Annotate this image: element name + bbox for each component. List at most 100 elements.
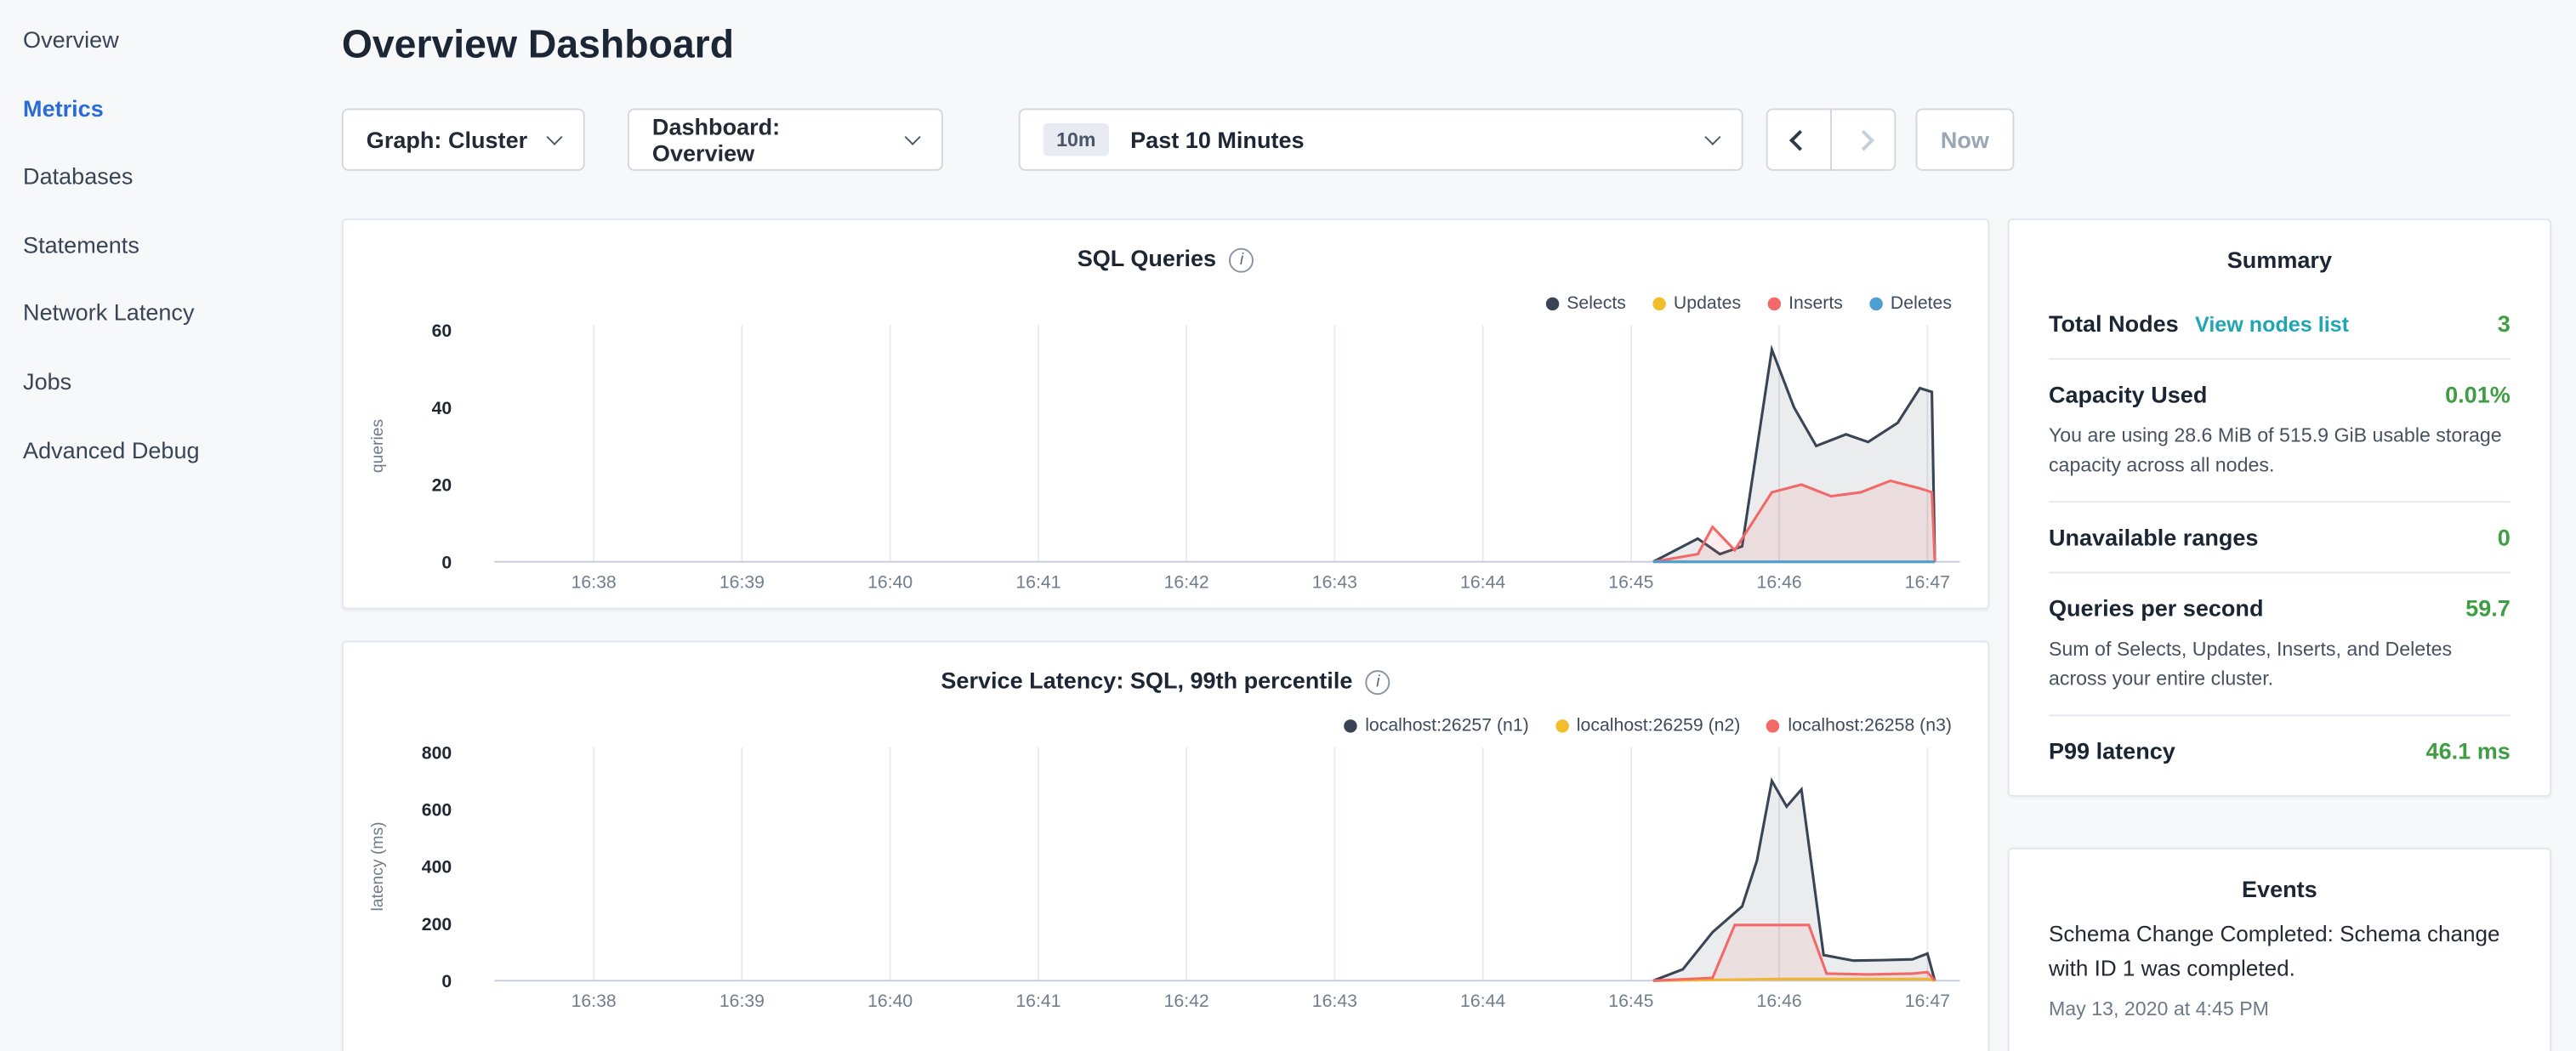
legend-dot: [1767, 298, 1780, 310]
chart-title: Service Latency: SQL, 99th percentile: [941, 667, 1352, 693]
x-tick-label: 16:45: [1608, 991, 1653, 1011]
prev-time-button[interactable]: [1766, 108, 1832, 170]
info-icon[interactable]: i: [1230, 248, 1254, 273]
sidebar-item-metrics[interactable]: Metrics: [0, 75, 312, 143]
summary-description: You are using 28.6 MiB of 515.9 GiB usab…: [2049, 421, 2511, 480]
summary-description: Sum of Selects, Updates, Inserts, and De…: [2049, 634, 2511, 694]
service-latency-chart-card: Service Latency: SQL, 99th percentile i l…: [342, 640, 1990, 1051]
sidebar-item-advanced-debug[interactable]: Advanced Debug: [0, 417, 312, 485]
x-tick-label: 16:43: [1312, 572, 1357, 593]
now-button[interactable]: Now: [1915, 108, 2014, 170]
x-tick-label: 16:39: [719, 572, 765, 593]
legend-label: Deletes: [1891, 294, 1952, 314]
legend-dot: [1545, 298, 1558, 310]
x-tick-label: 16:42: [1164, 991, 1209, 1011]
sidebar-item-overview[interactable]: Overview: [0, 7, 312, 75]
time-pager: [1766, 108, 1896, 170]
x-tick-label: 16:47: [1905, 991, 1950, 1011]
chart-header: SQL Queries i: [344, 220, 1988, 273]
summary-row: Total Nodes View nodes list 3: [2049, 289, 2511, 358]
chart-legend: Selects Updates Inserts Deletes: [1519, 294, 1952, 314]
now-button-label: Now: [1941, 127, 1989, 153]
y-tick-label: 0: [441, 971, 452, 991]
summary-label: Total Nodes: [2049, 310, 2179, 337]
y-tick-label: 600: [422, 800, 452, 821]
chart-header: Service Latency: SQL, 99th percentile i: [344, 642, 1988, 695]
events-panel: Events Schema Change Completed: Schema c…: [2008, 848, 2551, 1051]
summary-value: 46.1 ms: [2426, 737, 2511, 764]
legend-dot: [1766, 719, 1779, 732]
summary-label: P99 latency: [2049, 737, 2175, 764]
summary-row: Unavailable ranges0: [2049, 501, 2511, 571]
legend-item[interactable]: localhost:26258 (n3): [1766, 716, 1952, 736]
page-title: Overview Dashboard: [342, 23, 734, 69]
event-timestamp: May 13, 2020 at 4:45 PM: [2049, 997, 2511, 1020]
time-window-dropdown[interactable]: 10m Past 10 Minutes: [1019, 108, 1743, 170]
legend-label: localhost:26257 (n1): [1365, 716, 1529, 736]
dashboard-dropdown-label: Dashboard: Overview: [652, 113, 887, 166]
legend-dot: [1869, 298, 1882, 310]
chart-canvas: 16:3816:3916:4016:4116:4216:4316:4416:45…: [344, 220, 1990, 610]
x-tick-label: 16:40: [867, 572, 913, 593]
summary-value: 3: [2498, 310, 2511, 337]
sql-queries-chart-card: SQL Queries i Selects Updates Inserts Delete…: [342, 219, 1990, 610]
legend-dot: [1344, 719, 1356, 732]
sidebar-item-jobs[interactable]: Jobs: [0, 348, 312, 416]
time-window-label: Past 10 Minutes: [1130, 127, 1304, 153]
summary-row-header: P99 latency 46.1 ms: [2049, 737, 2511, 764]
chart-title: SQL Queries: [1078, 245, 1216, 271]
sidebar-nav: OverviewMetricsDatabasesStatementsNetwor…: [0, 0, 312, 1051]
sidebar-item-statements[interactable]: Statements: [0, 212, 312, 280]
summary-row-header: Unavailable ranges0: [2049, 524, 2511, 550]
legend-label: localhost:26259 (n2): [1577, 716, 1741, 736]
chevron-down-icon: [1704, 129, 1720, 145]
x-tick-label: 16:39: [719, 991, 765, 1011]
chevron-right-icon: [1852, 129, 1874, 151]
y-axis-label: latency (ms): [369, 821, 387, 911]
legend-item[interactable]: localhost:26259 (n2): [1555, 716, 1741, 736]
x-tick-label: 16:41: [1015, 991, 1061, 1011]
y-axis-label: queries: [369, 419, 387, 473]
summary-rows: Total Nodes View nodes list 3 Capacity Used…: [2049, 289, 2511, 785]
sidebar-item-databases[interactable]: Databases: [0, 143, 312, 211]
event-message: Schema Change Completed: Schema change w…: [2049, 918, 2511, 987]
chart-canvas: 16:3816:3916:4016:4116:4216:4316:4416:45…: [344, 642, 1990, 1051]
summary-value: 0.01%: [2445, 381, 2511, 407]
summary-label: Unavailable ranges: [2049, 524, 2259, 550]
y-tick-label: 40: [432, 398, 452, 418]
events-list: Schema Change Completed: Schema change w…: [2049, 918, 2511, 1020]
x-tick-label: 16:38: [571, 991, 617, 1011]
chevron-left-icon: [1788, 129, 1810, 151]
legend-item[interactable]: Selects: [1545, 294, 1626, 314]
x-tick-label: 16:42: [1164, 572, 1209, 593]
summary-row: Capacity Used0.01%You are using 28.6 MiB…: [2049, 358, 2511, 501]
legend-dot: [1555, 719, 1568, 732]
legend-item[interactable]: Updates: [1652, 294, 1741, 314]
x-tick-label: 16:46: [1757, 991, 1802, 1011]
y-tick-label: 400: [422, 857, 452, 878]
x-tick-label: 16:45: [1608, 572, 1653, 593]
chart-legend: localhost:26257 (n1) localhost:26259 (n2)…: [1317, 716, 1952, 736]
x-tick-label: 16:46: [1757, 572, 1802, 593]
time-window-badge: 10m: [1043, 123, 1109, 156]
next-time-button[interactable]: [1830, 108, 1896, 170]
x-tick-label: 16:40: [867, 991, 913, 1011]
legend-item[interactable]: localhost:26257 (n1): [1344, 716, 1529, 736]
x-tick-label: 16:44: [1460, 991, 1505, 1011]
sidebar-item-network-latency[interactable]: Network Latency: [0, 280, 312, 348]
legend-item[interactable]: Deletes: [1869, 294, 1952, 314]
y-tick-label: 20: [432, 475, 452, 496]
summary-value: 59.7: [2465, 594, 2511, 621]
y-tick-label: 60: [432, 321, 452, 341]
summary-panel: Summary Total Nodes View nodes list 3 Capac…: [2008, 219, 2551, 797]
y-tick-label: 800: [422, 742, 452, 763]
summary-title: Summary: [2049, 247, 2511, 289]
graph-dropdown-label: Graph: Cluster: [367, 127, 527, 153]
app-root: OverviewMetricsDatabasesStatementsNetwor…: [0, 0, 2576, 1051]
chevron-down-icon: [905, 129, 921, 145]
summary-link[interactable]: View nodes list: [2195, 312, 2349, 337]
dashboard-dropdown[interactable]: Dashboard: Overview: [628, 108, 943, 170]
legend-item[interactable]: Inserts: [1767, 294, 1843, 314]
info-icon[interactable]: i: [1366, 670, 1390, 695]
graph-dropdown[interactable]: Graph: Cluster: [342, 108, 585, 170]
